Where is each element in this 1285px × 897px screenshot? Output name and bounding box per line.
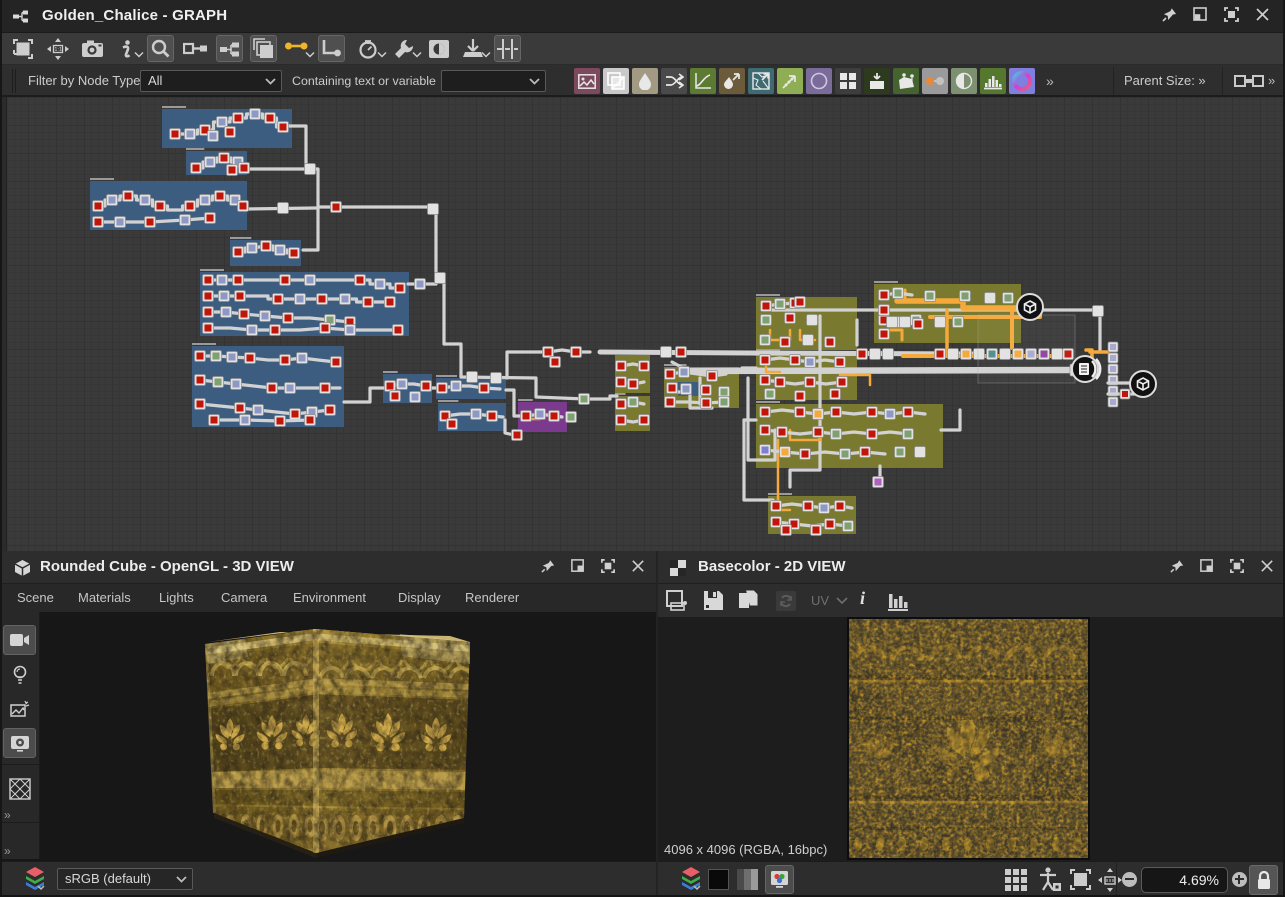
svg-text:1:1: 1:1 [54,47,62,53]
